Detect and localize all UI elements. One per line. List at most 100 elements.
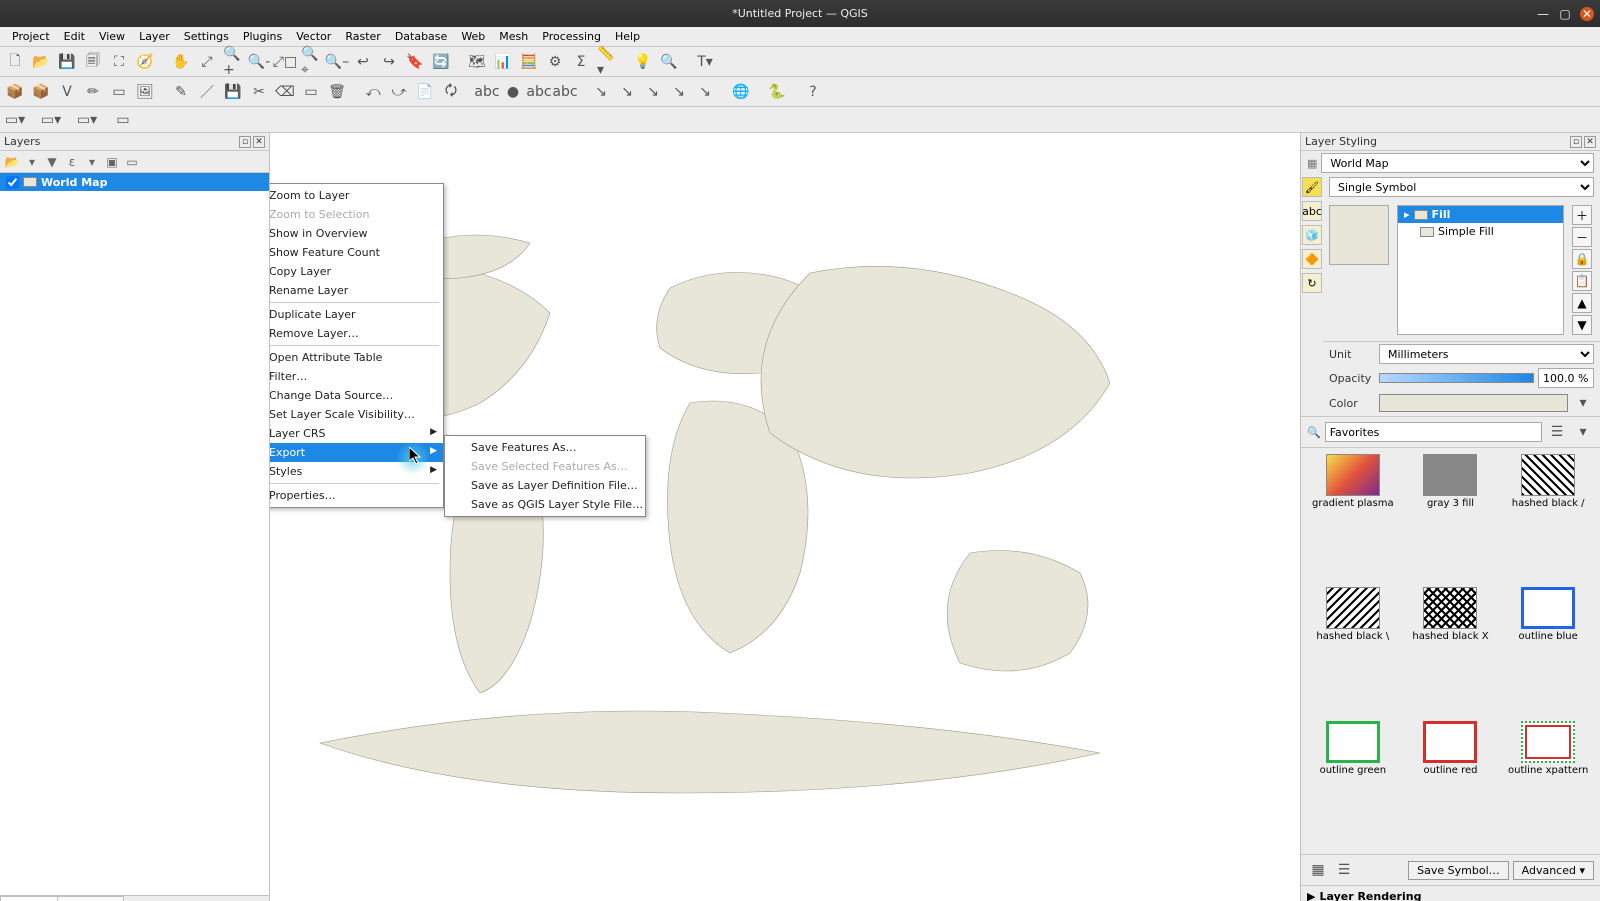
layer-rendering-expander[interactable]: ▶ Layer Rendering [1301,885,1600,901]
tab-labels-icon[interactable]: abc [1302,201,1322,221]
tb2-button-2[interactable]: V [56,81,78,103]
layers-collapse-icon[interactable]: ▣ [104,154,120,170]
ctx-show-feature-count[interactable]: Show Feature Count [270,243,443,262]
layers-add-group-icon[interactable]: ▾ [24,154,40,170]
tb1-button-4[interactable]: ⛶ [108,51,130,73]
tab-browser[interactable]: Browser [57,896,124,901]
menu-database[interactable]: Database [389,29,454,44]
favorite-outline-xpattern[interactable]: outline xpattern [1502,721,1594,848]
tb2-button-12[interactable]: ▭ [300,81,322,103]
view-list-button[interactable]: ☰ [1333,859,1355,881]
layers-filter-icon[interactable]: ▼ [44,154,60,170]
menu-mesh[interactable]: Mesh [493,29,534,44]
tb2-button-11[interactable]: ⌫ [274,81,296,103]
tb2-button-23[interactable]: abc [554,81,576,103]
tb1-button-15[interactable]: ↪ [378,51,400,73]
renderer-select[interactable]: Single Symbol [1329,177,1594,197]
menu-project[interactable]: Project [6,29,56,44]
tb1-button-9[interactable]: 🔍+ [222,51,244,73]
tb1-button-24[interactable]: 📏▾ [596,51,618,73]
map-canvas[interactable]: Zoom to Layer Zoom to Selection Show in … [270,133,1300,901]
ctx-properties[interactable]: Properties… [270,486,443,505]
color-button[interactable] [1379,394,1568,412]
color-dd-button[interactable]: ▾ [1572,392,1594,414]
menu-view[interactable]: View [93,29,131,44]
symbol-node-simple-fill[interactable]: Simple Fill [1398,223,1563,240]
remove-symbol-layer-button[interactable]: － [1572,227,1592,247]
layers-remove-icon[interactable]: ▭ [124,154,140,170]
tab-history-icon[interactable]: ↻ [1302,273,1322,293]
tb2-button-31[interactable]: 🌐 [730,81,752,103]
tb1-button-2[interactable]: 💾 [56,51,78,73]
favorites-grid[interactable]: gradient plasmagray 3 fillhashed black /… [1301,447,1600,855]
duplicate-symbol-layer-button[interactable]: 📋 [1572,271,1592,291]
tb3-button-0[interactable]: ▭▾ [4,109,26,131]
tb1-button-1[interactable]: 📂 [30,51,52,73]
tb1-button-8[interactable]: ⤢ [196,51,218,73]
menu-raster[interactable]: Raster [339,29,386,44]
tb1-button-16[interactable]: 🔖 [404,51,426,73]
opacity-value-input[interactable] [1538,368,1594,388]
move-down-symbol-layer-button[interactable]: ▼ [1572,315,1592,335]
add-symbol-layer-button[interactable]: ＋ [1572,205,1592,225]
advanced-button[interactable]: Advanced ▾ [1513,861,1594,880]
tb3-button-6[interactable]: ▭ [112,109,134,131]
tb2-button-0[interactable]: 📦 [4,81,26,103]
menu-help[interactable]: Help [609,29,646,44]
menu-edit[interactable]: Edit [58,29,91,44]
styling-layer-select[interactable]: World Map [1321,153,1594,173]
ctx-rename-layer[interactable]: Rename Layer [270,281,443,300]
layers-expand-icon[interactable]: ▾ [84,154,100,170]
menu-web[interactable]: Web [455,29,491,44]
tb1-button-11[interactable]: ⤢□ [274,51,296,73]
layers-tree[interactable]: World Map [0,173,269,895]
layer-visibility-checkbox[interactable] [6,176,19,189]
tb2-button-28[interactable]: ↘ [668,81,690,103]
menu-bar[interactable]: ProjectEditViewLayerSettingsPluginsVecto… [0,27,1600,47]
ctx-duplicate-layer[interactable]: Duplicate Layer [270,305,443,324]
tb1-button-29[interactable]: T▾ [694,51,716,73]
tb1-button-17[interactable]: 🔄 [430,51,452,73]
layers-undock-button[interactable]: ▫ [239,136,251,148]
tb1-button-27[interactable]: 🔍 [658,51,680,73]
tb2-button-35[interactable]: ? [802,81,824,103]
ctx-save-layer-definition-file[interactable]: Save as Layer Definition File… [445,476,645,495]
tb2-button-27[interactable]: ↘ [642,81,664,103]
tb1-button-23[interactable]: Σ [570,51,592,73]
tb2-button-21[interactable]: ● [502,81,524,103]
save-symbol-button[interactable]: Save Symbol… [1408,861,1508,880]
tb2-button-9[interactable]: 💾 [222,81,244,103]
tb2-button-20[interactable]: abc [476,81,498,103]
tb1-button-5[interactable]: 🧭 [134,51,156,73]
tb2-button-33[interactable]: 🐍 [766,81,788,103]
view-icons-button[interactable]: ▦ [1307,859,1329,881]
menu-processing[interactable]: Processing [536,29,607,44]
favorite-hashed-black-/[interactable]: hashed black / [1502,454,1594,581]
favorite-outline-blue[interactable]: outline blue [1502,587,1594,714]
favorite-outline-red[interactable]: outline red [1405,721,1497,848]
favorite-gradient-plasma[interactable]: gradient plasma [1307,454,1399,581]
favorite-hashed-black-X[interactable]: hashed black X [1405,587,1497,714]
tb2-button-29[interactable]: ↘ [694,81,716,103]
tb1-button-3[interactable]: 🗐 [82,51,104,73]
tb1-button-7[interactable]: ✋ [170,51,192,73]
menu-plugins[interactable]: Plugins [237,29,288,44]
symbol-node-fill[interactable]: ▸ Fill [1398,206,1563,223]
window-maximize-button[interactable]: ▢ [1558,7,1572,21]
ctx-show-in-overview[interactable]: Show in Overview [270,224,443,243]
menu-layer[interactable]: Layer [133,29,176,44]
favorites-search-input[interactable] [1325,422,1542,442]
layers-close-button[interactable]: ✕ [253,136,265,148]
layers-open-icon[interactable]: 📂 [4,154,20,170]
tab-transparency-icon[interactable]: 🔶 [1302,249,1322,269]
menu-vector[interactable]: Vector [290,29,337,44]
tb2-button-17[interactable]: 📄 [414,81,436,103]
ctx-styles[interactable]: Styles [270,462,443,481]
window-minimize-button[interactable]: — [1536,7,1550,21]
tb3-button-4[interactable]: ▭▾ [76,109,98,131]
tb1-button-13[interactable]: 🔍– [326,51,348,73]
favorite-hashed-black-\[interactable]: hashed black \ [1307,587,1399,714]
tb3-button-2[interactable]: ▭▾ [40,109,62,131]
tb2-button-8[interactable]: ／ [196,81,218,103]
tab-3d-icon[interactable]: 🧊 [1302,225,1322,245]
